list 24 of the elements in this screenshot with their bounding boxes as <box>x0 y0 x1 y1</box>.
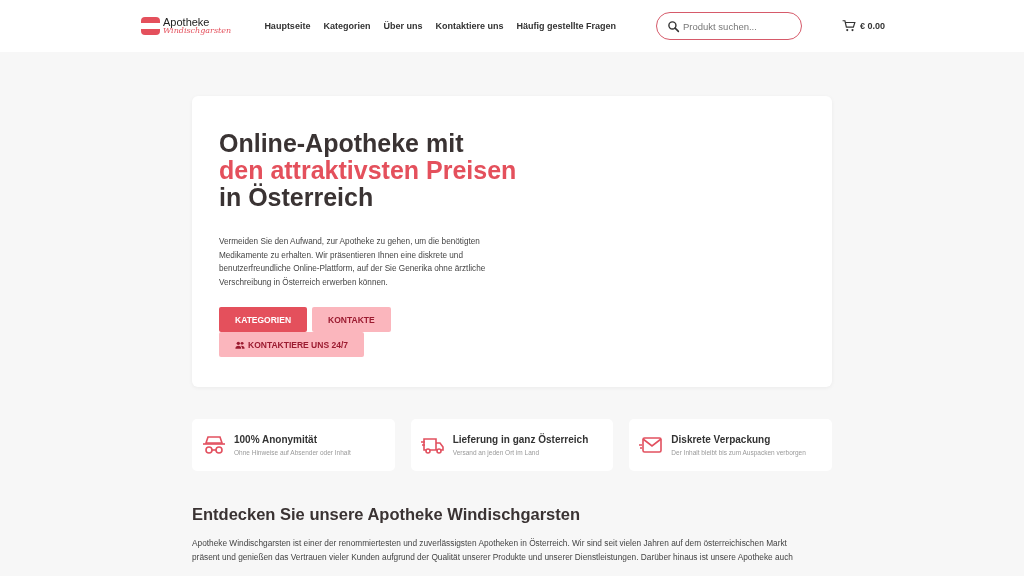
hero-text: Vermeiden Sie den Aufwand, zur Apotheke zu gehen, um die benötigten Medikamente zu erhalten. Wir präsentieren Ihnen eine diskrete und benutzerfreundliche Online-Plattform, auf der Sie Generika ohne ärztliche Verschreibung in Österreich erwerben können. <box>219 236 487 289</box>
search-field[interactable]: Produkt suchen... <box>655 12 802 40</box>
hero-title: in Österreich <box>219 184 374 211</box>
logo[interactable]: Apotheke Windischgarsten <box>141 17 260 35</box>
about-text: Apotheke Windischgarsten ist einer der renommiertesten und zuverlässigsten Apotheken in Österreich. Wir sind seit vielen Jahren auf dem österreichischen Markt präsent und genießen das Vertrauen vieler Kunden aufgrund der Qualität unserer Produkte und unserer Dienstleistungen. Darüber hinaus ist unsere Apotheke auch <box>192 537 794 564</box>
nav-link[interactable]: Häufig gestellte Fragen <box>516 21 616 31</box>
people-icon <box>235 339 245 350</box>
feature-title: Diskrete Verpackung <box>671 434 772 445</box>
cart-icon <box>841 19 856 33</box>
flag-icon <box>141 17 160 35</box>
nav-link[interactable]: Kontaktiere uns <box>435 21 504 31</box>
incognito-icon <box>202 433 226 457</box>
button[interactable]: KONTAKTE <box>312 307 391 332</box>
hero-title: den attraktivsten Preisen <box>219 157 517 184</box>
cart-total[interactable]: € 0.00 <box>859 21 885 31</box>
section-heading: Entdecken Sie unsere Apotheke Windischgarsten <box>192 505 581 524</box>
hero-title: Online-Apotheke mit <box>219 130 464 157</box>
feature-title: Lieferung in ganz Österreich <box>452 434 589 445</box>
nav-link[interactable]: Hauptseite <box>264 21 311 31</box>
feature-title: 100% Anonymität <box>234 434 318 445</box>
nav-link[interactable]: Über uns <box>383 21 423 31</box>
button[interactable]: KATEGORIEN <box>219 307 308 332</box>
button[interactable]: KONTAKTIERE UNS 24/7 <box>219 332 364 357</box>
nav-link[interactable]: Kategorien <box>323 21 371 31</box>
